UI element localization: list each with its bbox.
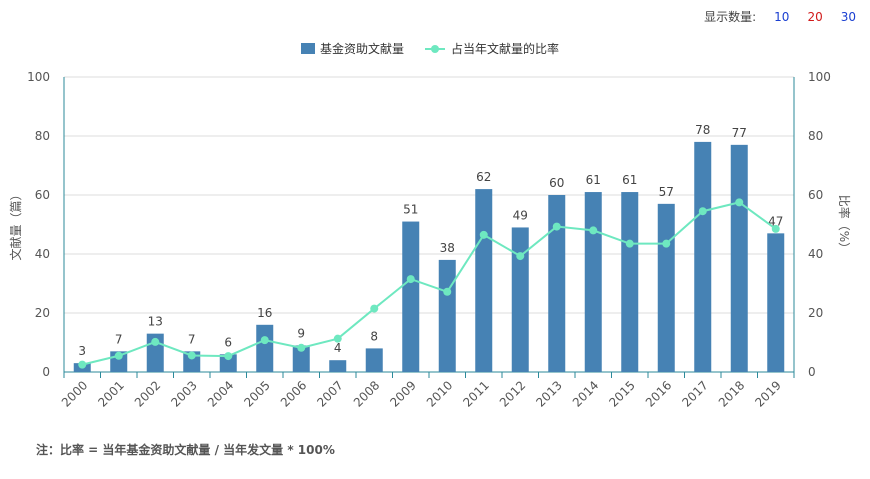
y2-tick-label: 20 xyxy=(808,306,823,320)
bar-2019[interactable] xyxy=(767,233,785,372)
bar-value-label: 38 xyxy=(440,241,455,255)
x-tick-label: 2013 xyxy=(533,378,564,409)
y-tick-label: 40 xyxy=(35,247,50,261)
x-tick-label: 2016 xyxy=(643,378,674,409)
bar-2015[interactable] xyxy=(621,192,639,372)
bar-2011[interactable] xyxy=(475,189,493,372)
ratio-point-2009[interactable] xyxy=(406,275,415,284)
legend-line-marker xyxy=(431,45,439,53)
ratio-point-2013[interactable] xyxy=(552,222,561,231)
bar-value-label: 4 xyxy=(334,341,342,355)
grid-lines xyxy=(64,76,794,314)
bar-value-label: 77 xyxy=(732,126,747,140)
bar-2005[interactable] xyxy=(256,324,274,372)
y-tick-label: 80 xyxy=(35,129,50,143)
ratio-point-2002[interactable] xyxy=(151,337,160,346)
x-tick-label: 2015 xyxy=(606,378,637,409)
ratio-point-2007[interactable] xyxy=(333,334,342,343)
bar-2010[interactable] xyxy=(438,259,456,372)
bar-value-label: 62 xyxy=(476,170,491,184)
bar-2007[interactable] xyxy=(329,360,347,372)
bar-value-label: 78 xyxy=(695,123,710,137)
y2-tick-label: 100 xyxy=(808,70,831,84)
ratio-point-2000[interactable] xyxy=(78,360,87,369)
ratio-point-2015[interactable] xyxy=(625,239,634,248)
x-tick-label: 2007 xyxy=(314,378,345,409)
x-tick-label: 2006 xyxy=(278,378,309,409)
y2-tick-label: 40 xyxy=(808,247,823,261)
bar-2013[interactable] xyxy=(548,195,566,372)
x-tick-label: 2004 xyxy=(205,378,236,409)
x-tick-label: 2017 xyxy=(679,378,710,409)
y2-axis-label: 比率（%） xyxy=(837,195,852,254)
bar-value-label: 8 xyxy=(370,329,378,343)
bar-value-label: 61 xyxy=(586,173,601,187)
bar-value-label: 7 xyxy=(188,332,196,346)
footnote: 注：比率 = 当年基金资助文献量 / 当年发文量 * 100% xyxy=(36,443,335,457)
legend-line-label[interactable]: 占当年文献量的比率 xyxy=(451,41,559,56)
y-tick-label: 60 xyxy=(35,188,50,202)
x-tick-label: 2009 xyxy=(387,378,418,409)
chart-legend: 基金资助文献量 占当年文献量的比率 xyxy=(301,41,559,56)
y2-tick-label: 80 xyxy=(808,129,823,143)
x-tick-label: 2003 xyxy=(168,378,199,409)
x-tick-label: 2019 xyxy=(752,378,783,409)
y-tick-label: 20 xyxy=(35,306,50,320)
y-axis-label: 文献量（篇） xyxy=(8,188,23,260)
x-tick-label: 2005 xyxy=(241,378,272,409)
bar-value-label: 3 xyxy=(78,344,86,358)
x-tick-label: 2011 xyxy=(460,378,491,409)
y2-tick-label: 0 xyxy=(808,365,816,379)
bar-value-label: 7 xyxy=(115,332,123,346)
ratio-point-2019[interactable] xyxy=(771,224,780,233)
bar-value-label: 6 xyxy=(224,335,232,349)
ratio-point-2012[interactable] xyxy=(516,252,525,261)
bar-value-label: 57 xyxy=(659,185,674,199)
x-tick-label: 2008 xyxy=(351,378,382,409)
ratio-point-2005[interactable] xyxy=(260,336,269,345)
ratio-point-2003[interactable] xyxy=(187,351,196,360)
bar-value-label: 49 xyxy=(513,208,528,222)
x-tick-label: 2010 xyxy=(424,378,455,409)
x-tick-label: 2014 xyxy=(570,378,601,409)
bar-value-labels: 37137 6169485138624960 61 615778 7747 xyxy=(78,123,783,358)
y-tick-label: 100 xyxy=(27,70,50,84)
x-tick-label: 2002 xyxy=(132,378,163,409)
bar-value-label: 16 xyxy=(257,306,272,320)
bar-value-label: 51 xyxy=(403,203,418,217)
y-tick-label: 0 xyxy=(42,365,50,379)
x-tick-label: 2018 xyxy=(716,378,747,409)
ratio-point-2018[interactable] xyxy=(735,198,744,207)
x-tick-labels: 2000 2001 2002 2003 2004 2005 2006 2007 2008 2009… xyxy=(59,378,784,409)
ratio-point-2016[interactable] xyxy=(662,239,671,248)
chart-axes: 0 20 40 60 80 100 0 20 40 60 80 100 文献量（篇） 比率（%） xyxy=(8,70,852,379)
ratio-point-2008[interactable] xyxy=(370,304,379,313)
ratio-point-2006[interactable] xyxy=(297,343,306,352)
bar-2008[interactable] xyxy=(365,348,383,372)
bar-value-label: 9 xyxy=(297,326,305,340)
ratio-point-2010[interactable] xyxy=(443,287,452,296)
ratio-point-2001[interactable] xyxy=(114,351,123,360)
funded-literature-chart: 基金资助文献量 占当年文献量的比率 0 20 40 60 80 100 0 20 40 60 80 10… xyxy=(8,41,852,410)
x-tick-label: 2000 xyxy=(59,378,90,409)
bar-value-label: 60 xyxy=(549,176,564,190)
y2-tick-label: 60 xyxy=(808,188,823,202)
bar-series xyxy=(73,141,785,372)
bar-2012[interactable] xyxy=(511,227,529,372)
legend-bar-label[interactable]: 基金资助文献量 xyxy=(320,41,404,56)
bar-value-label: 61 xyxy=(622,173,637,187)
x-tick-label: 2001 xyxy=(95,378,126,409)
bar-value-label: 13 xyxy=(148,315,163,329)
ratio-point-2017[interactable] xyxy=(698,207,707,216)
bar-2017[interactable] xyxy=(694,141,712,372)
legend-bar-swatch[interactable] xyxy=(301,43,315,54)
ratio-point-2011[interactable] xyxy=(479,230,488,239)
x-tick-label: 2012 xyxy=(497,378,528,409)
bar-2016[interactable] xyxy=(657,203,675,372)
bar-2014[interactable] xyxy=(584,192,602,372)
bar-2009[interactable] xyxy=(402,221,420,372)
bar-2018[interactable] xyxy=(730,144,748,372)
ratio-point-2014[interactable] xyxy=(589,226,598,235)
ratio-point-2004[interactable] xyxy=(224,352,233,361)
